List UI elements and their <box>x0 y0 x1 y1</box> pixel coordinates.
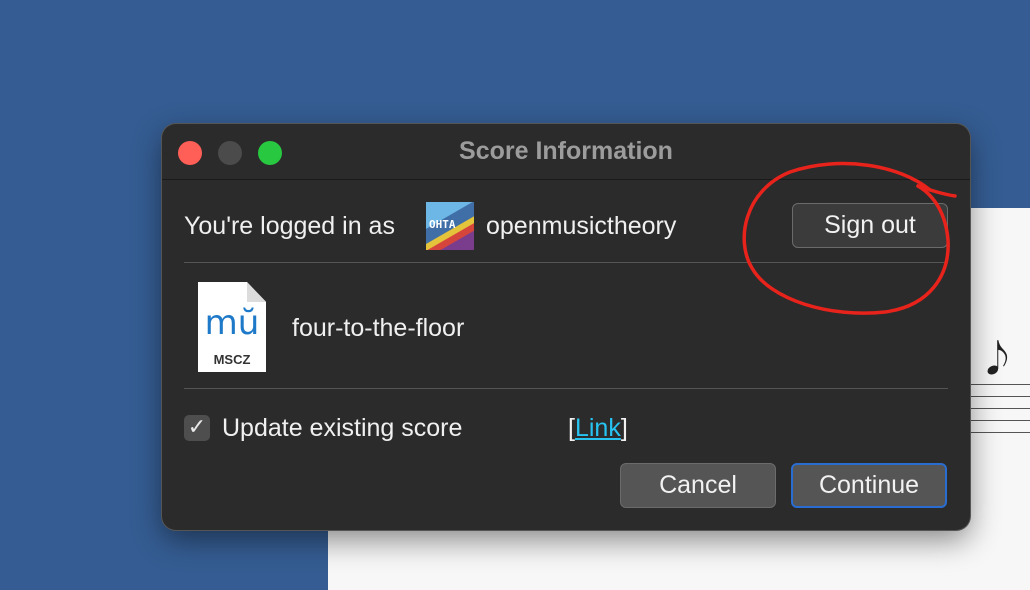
link-close-bracket: ] <box>620 414 628 442</box>
link-open-bracket: [ <box>568 414 575 442</box>
score-information-dialog: Score Information You're logged in as OH… <box>162 124 970 530</box>
staff-line <box>970 432 1030 433</box>
divider <box>184 262 948 263</box>
mscz-file-icon: mŭ MSCZ <box>198 282 266 372</box>
link-anchor[interactable]: Link <box>575 414 621 442</box>
divider <box>184 388 948 389</box>
cancel-button[interactable]: Cancel <box>620 463 776 508</box>
staff-line <box>970 408 1030 409</box>
musescore-logo-icon: mŭ <box>204 303 260 343</box>
staff-line <box>970 396 1030 397</box>
logged-in-label: You're logged in as <box>184 212 395 240</box>
staff-line <box>970 420 1030 421</box>
score-filename: four-to-the-floor <box>292 314 465 342</box>
file-extension-label: MSCZ <box>213 352 251 367</box>
title-bar: Score Information <box>162 124 970 180</box>
eighth-note-icon: 𝅘𝅥𝅮 <box>986 334 1009 385</box>
update-existing-label[interactable]: Update existing score <box>222 414 462 443</box>
continue-button[interactable]: Continue <box>791 463 947 508</box>
avatar-text: OHTA <box>429 218 456 231</box>
update-existing-checkbox[interactable]: ✓ <box>184 415 210 441</box>
sign-out-button[interactable]: Sign out <box>792 203 948 248</box>
score-link: [Link] <box>568 414 628 443</box>
file-fold <box>247 282 266 302</box>
avatar: OHTA <box>426 202 474 250</box>
dialog-title: Score Information <box>459 137 673 165</box>
username: openmusictheory <box>486 212 677 240</box>
